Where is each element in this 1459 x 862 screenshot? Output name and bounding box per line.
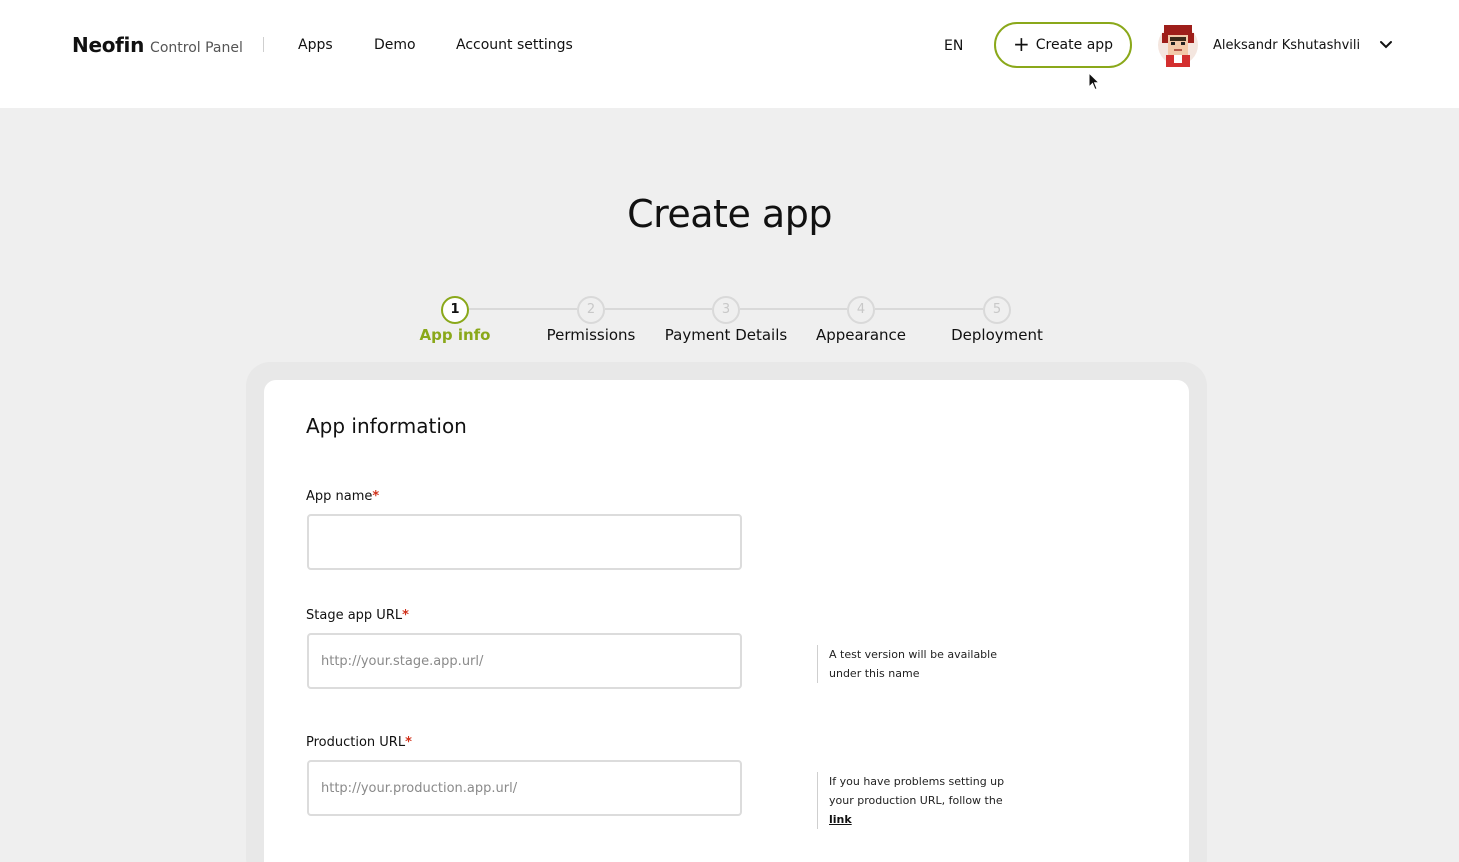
chevron-down-icon[interactable] xyxy=(1379,38,1393,52)
production-url-input[interactable] xyxy=(307,760,742,816)
brand-name: Neofin xyxy=(72,33,145,57)
app-name-label: App name* xyxy=(306,489,380,504)
mouse-cursor-icon xyxy=(1088,72,1100,91)
required-mark: * xyxy=(372,489,380,504)
app-information-card: App information App name* Stage app URL*… xyxy=(264,380,1189,862)
production-url-label: Production URL* xyxy=(306,735,412,750)
step-2-circle[interactable]: 2 xyxy=(577,296,605,324)
create-app-label: Create app xyxy=(1035,37,1114,53)
nav-account-settings[interactable]: Account settings xyxy=(456,37,573,53)
create-app-button[interactable]: + Create app xyxy=(994,22,1132,68)
brand-logo[interactable]: Neofin Control Panel xyxy=(72,33,243,57)
stepper-connector xyxy=(875,308,983,310)
page-title: Create app xyxy=(627,192,832,236)
required-mark: * xyxy=(402,608,409,623)
nav-apps[interactable]: Apps xyxy=(298,37,333,53)
section-title: App information xyxy=(306,414,467,438)
step-deployment[interactable]: Deployment xyxy=(917,326,1077,344)
required-mark: * xyxy=(405,735,412,750)
top-header: Neofin Control Panel Apps Demo Account s… xyxy=(0,0,1459,108)
stepper-connector xyxy=(740,308,847,310)
brand-divider xyxy=(263,37,264,52)
app-name-input[interactable] xyxy=(307,514,742,570)
step-5-circle[interactable]: 5 xyxy=(983,296,1011,324)
step-4-circle[interactable]: 4 xyxy=(847,296,875,324)
nav-demo[interactable]: Demo xyxy=(374,37,416,53)
user-name[interactable]: Aleksandr Kshutashvili xyxy=(1213,38,1360,53)
stage-url-hint: A test version will be available under t… xyxy=(817,645,1027,683)
step-1-circle[interactable]: 1 xyxy=(441,296,469,324)
plus-icon: + xyxy=(1012,32,1030,56)
help-link[interactable]: link xyxy=(829,813,852,826)
brand-subtitle: Control Panel xyxy=(150,40,243,56)
avatar[interactable] xyxy=(1158,23,1198,67)
production-url-hint: If you have problems setting up your pro… xyxy=(817,772,1027,829)
stepper-connector xyxy=(469,308,577,310)
stage-url-input[interactable] xyxy=(307,633,742,689)
stage-url-label: Stage app URL* xyxy=(306,608,409,623)
step-3-circle[interactable]: 3 xyxy=(712,296,740,324)
language-switcher[interactable]: EN xyxy=(944,38,963,54)
stepper-connector xyxy=(605,308,712,310)
